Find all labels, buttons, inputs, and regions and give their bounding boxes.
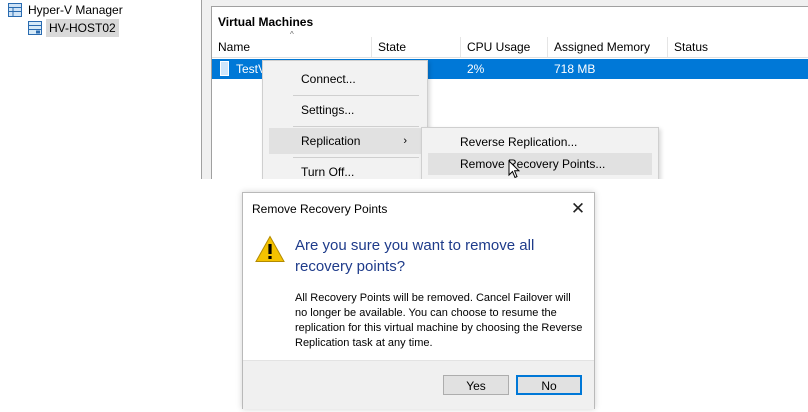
menu-item-settings[interactable]: Settings... bbox=[263, 97, 427, 123]
server-manager-icon bbox=[8, 3, 22, 17]
context-menu: Connect... Settings... Replication › Tur… bbox=[262, 60, 428, 179]
dialog-title: Remove Recovery Points bbox=[252, 202, 388, 216]
vm-cpu-usage: 2% bbox=[467, 62, 485, 76]
yes-button[interactable]: Yes bbox=[443, 375, 509, 395]
dialog-footer: Yes No bbox=[243, 360, 594, 409]
menu-separator bbox=[293, 157, 419, 158]
hyperv-manager-window: Hyper-V Manager HV-HOST02 Virtual Machin… bbox=[0, 0, 808, 179]
navigation-tree: Hyper-V Manager HV-HOST02 bbox=[0, 0, 202, 179]
vm-icon bbox=[220, 61, 229, 76]
column-header-row: ^ Name State CPU Usage Assigned Memory S… bbox=[212, 30, 808, 58]
host-icon bbox=[28, 21, 42, 35]
vm-assigned-memory: 718 MB bbox=[554, 62, 596, 76]
column-header-memory[interactable]: Assigned Memory bbox=[548, 37, 668, 57]
menu-item-turn-off[interactable]: Turn Off... bbox=[263, 159, 427, 179]
dialog-content: All Recovery Points will be removed. Can… bbox=[295, 292, 583, 349]
menu-item-reverse-replication[interactable]: Reverse Replication... bbox=[428, 131, 652, 153]
submenu-arrow-icon: › bbox=[403, 135, 407, 147]
menu-item-label: Replication bbox=[301, 134, 361, 148]
menu-item-replication[interactable]: Replication › bbox=[269, 128, 421, 154]
no-button[interactable]: No bbox=[516, 375, 582, 395]
menu-separator bbox=[293, 126, 419, 127]
menu-separator bbox=[293, 95, 419, 96]
warning-icon bbox=[255, 235, 285, 263]
menu-item-connect[interactable]: Connect... bbox=[263, 66, 427, 92]
replication-submenu: Reverse Replication... Remove Recovery P… bbox=[421, 127, 659, 179]
menu-item-remove-recovery-points[interactable]: Remove Recovery Points... bbox=[428, 153, 652, 175]
remove-recovery-points-dialog: Remove Recovery Points ✕ Are you sure yo… bbox=[242, 192, 595, 409]
close-icon[interactable]: ✕ bbox=[567, 198, 589, 220]
mouse-pointer-icon bbox=[508, 159, 521, 179]
column-header-name[interactable]: Name bbox=[212, 37, 372, 57]
panel-title: Virtual Machines bbox=[218, 15, 314, 29]
column-header-state[interactable]: State bbox=[372, 37, 461, 57]
tree-label: HV-HOST02 bbox=[46, 19, 119, 37]
column-header-cpu[interactable]: CPU Usage bbox=[461, 37, 548, 57]
tree-label: Hyper-V Manager bbox=[28, 3, 123, 17]
main-instruction: Are you sure you want to remove all reco… bbox=[295, 237, 535, 275]
column-header-status[interactable]: Status bbox=[668, 37, 808, 57]
